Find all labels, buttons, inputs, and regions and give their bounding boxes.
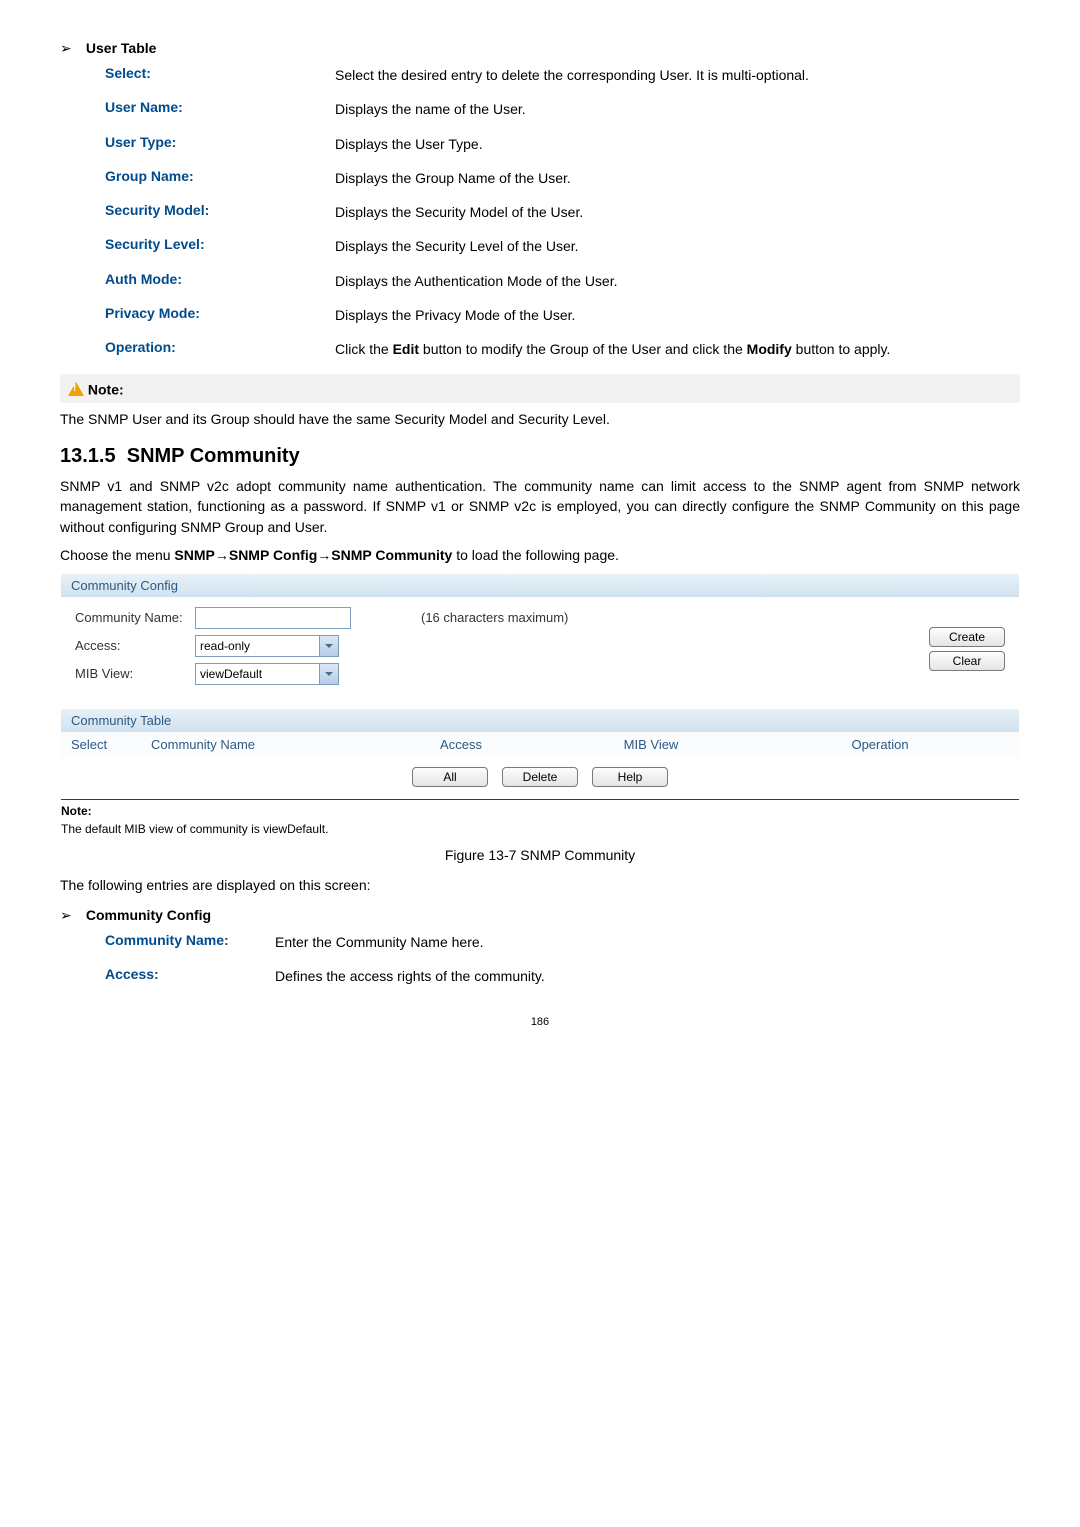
community-name-hint: (16 characters maximum) [421, 610, 568, 625]
def-desc-username: Displays the name of the User. [335, 99, 1020, 119]
warning-icon [68, 382, 84, 396]
def-row: Privacy Mode: Displays the Privacy Mode … [105, 305, 1020, 325]
def-row: User Name: Displays the name of the User… [105, 99, 1020, 119]
def-row: User Type: Displays the User Type. [105, 134, 1020, 154]
def-row: Security Model: Displays the Security Mo… [105, 202, 1020, 222]
figure-caption: Figure 13-7 SNMP Community [60, 847, 1020, 863]
def-row: Group Name: Displays the Group Name of t… [105, 168, 1020, 188]
community-name-input[interactable] [195, 607, 351, 629]
access-select-value: read-only [200, 639, 250, 653]
def-desc-operation: Click the Edit button to modify the Grou… [335, 339, 1020, 359]
def-term-authmode: Auth Mode: [105, 271, 335, 291]
def-term-username: User Name: [105, 99, 335, 119]
access-label: Access: [75, 638, 195, 653]
def-term-community-name: Community Name: [105, 932, 275, 952]
panel-note-text: The default MIB view of community is vie… [61, 822, 1019, 836]
heading-number: 13.1.5 [60, 445, 116, 467]
def-desc-select: Select the desired entry to delete the c… [335, 65, 1020, 85]
community-config-panel: Community Config Community Name: (16 cha… [60, 573, 1020, 837]
def-desc-groupname: Displays the Group Name of the User. [335, 168, 1020, 188]
def-term-usertype: User Type: [105, 134, 335, 154]
create-button[interactable]: Create [929, 627, 1005, 647]
def-desc-access: Defines the access rights of the communi… [275, 966, 1020, 986]
community-table-header: Select Community Name Access MIB View Op… [61, 732, 1019, 757]
note-box: Note: [60, 374, 1020, 403]
note-text: The SNMP User and its Group should have … [60, 411, 1020, 427]
community-table-title: Community Table [61, 709, 1019, 732]
divider [61, 799, 1019, 800]
def-row: Select: Select the desired entry to dele… [105, 65, 1020, 85]
community-config-definitions: Community Name: Enter the Community Name… [105, 932, 1020, 987]
mibview-select[interactable]: viewDefault [195, 663, 339, 685]
delete-button[interactable]: Delete [502, 767, 578, 787]
chevron-down-icon [319, 664, 338, 684]
def-desc-privacymode: Displays the Privacy Mode of the User. [335, 305, 1020, 325]
col-operation: Operation [751, 737, 1009, 752]
def-row: Security Level: Displays the Security Le… [105, 236, 1020, 256]
clear-button[interactable]: Clear [929, 651, 1005, 671]
user-table-heading: User Table [86, 40, 157, 56]
community-table-section: Community Table Select Community Name Ac… [61, 709, 1019, 797]
bullet-arrow-icon: ➢ [60, 40, 74, 57]
col-mib-view: MIB View [551, 737, 751, 752]
note-label: Note: [88, 381, 124, 397]
bullet-arrow-icon: ➢ [60, 907, 74, 924]
community-config-defs-heading: Community Config [86, 907, 211, 923]
def-term-groupname: Group Name: [105, 168, 335, 188]
menu-path: Choose the menu SNMP→SNMP Config→SNMP Co… [60, 547, 1020, 563]
table-actions: All Delete Help [61, 757, 1019, 797]
def-row: Auth Mode: Displays the Authentication M… [105, 271, 1020, 291]
def-desc-community-name: Enter the Community Name here. [275, 932, 1020, 952]
help-button[interactable]: Help [592, 767, 668, 787]
community-config-body: Community Name: (16 characters maximum) … [61, 597, 1019, 705]
panel-note-label: Note: [61, 804, 1019, 818]
access-select[interactable]: read-only [195, 635, 339, 657]
def-desc-securitylevel: Displays the Security Level of the User. [335, 236, 1020, 256]
col-community-name: Community Name [151, 737, 371, 752]
def-term-securitymodel: Security Model: [105, 202, 335, 222]
def-term-operation: Operation: [105, 339, 335, 359]
def-row: Operation: Click the Edit button to modi… [105, 339, 1020, 359]
def-desc-securitymodel: Displays the Security Model of the User. [335, 202, 1020, 222]
def-term-privacymode: Privacy Mode: [105, 305, 335, 325]
all-button[interactable]: All [412, 767, 488, 787]
col-select: Select [71, 737, 151, 752]
following-entries-text: The following entries are displayed on t… [60, 877, 1020, 893]
def-desc-authmode: Displays the Authentication Mode of the … [335, 271, 1020, 291]
def-term-access: Access: [105, 966, 275, 986]
community-name-label: Community Name: [75, 610, 195, 625]
col-access: Access [371, 737, 551, 752]
def-term-select: Select: [105, 65, 335, 85]
def-row: Access: Defines the access rights of the… [105, 966, 1020, 986]
section-heading: 13.1.5 SNMP Community [60, 445, 1020, 468]
mibview-select-value: viewDefault [200, 667, 262, 681]
mibview-label: MIB View: [75, 666, 195, 681]
community-config-title: Community Config [61, 574, 1019, 597]
def-term-securitylevel: Security Level: [105, 236, 335, 256]
def-row: Community Name: Enter the Community Name… [105, 932, 1020, 952]
chevron-down-icon [319, 636, 338, 656]
intro-paragraph: SNMP v1 and SNMP v2c adopt community nam… [60, 476, 1020, 537]
heading-title: SNMP Community [127, 445, 300, 467]
community-config-defs-section: ➢ Community Config Community Name: Enter… [60, 907, 1020, 987]
def-desc-usertype: Displays the User Type. [335, 134, 1020, 154]
page-number: 186 [60, 1016, 1020, 1028]
user-table-definitions: Select: Select the desired entry to dele… [105, 65, 1020, 360]
user-table-section: ➢ User Table Select: Select the desired … [60, 40, 1020, 360]
